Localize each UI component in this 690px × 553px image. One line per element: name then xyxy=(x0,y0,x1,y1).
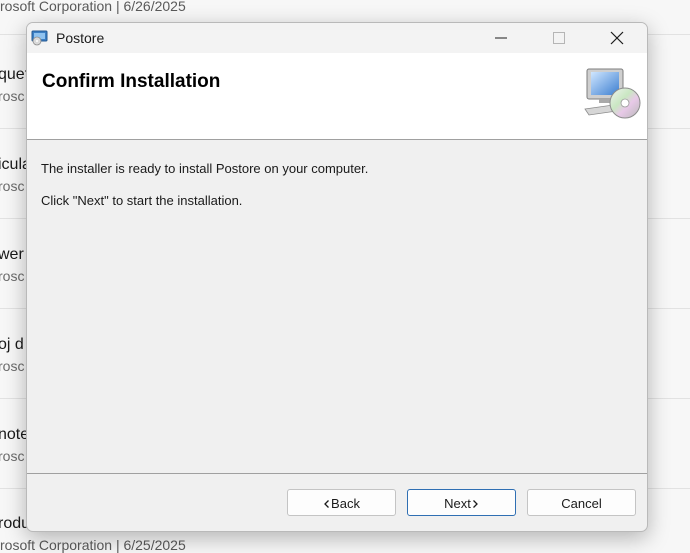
maximize-icon xyxy=(553,32,565,44)
close-button[interactable] xyxy=(588,23,646,53)
next-label: Next xyxy=(444,496,471,511)
app-publisher: rosc xyxy=(0,358,25,374)
computer-cd-icon xyxy=(583,67,641,123)
next-button[interactable]: Next xyxy=(407,489,516,516)
app-title: wer xyxy=(0,246,24,263)
back-label: Back xyxy=(331,496,360,511)
cancel-button[interactable]: Cancel xyxy=(527,489,636,516)
chevron-right-icon xyxy=(472,499,478,508)
dialog-body: The installer is ready to install Postor… xyxy=(27,140,647,474)
ready-message: The installer is ready to install Postor… xyxy=(41,161,369,176)
app-publisher: rosc xyxy=(0,178,25,194)
app-publisher: rosc xyxy=(0,88,25,104)
cancel-label: Cancel xyxy=(561,496,602,511)
dialog-header: Confirm Installation xyxy=(27,53,647,140)
page-title: Confirm Installation xyxy=(42,71,221,92)
publisher-meta: rosoft Corporation | 6/26/2025 xyxy=(0,0,186,14)
publisher-meta: rosoft Corporation | 6/25/2025 xyxy=(0,537,186,553)
instruction-message: Click "Next" to start the installation. xyxy=(41,193,243,208)
app-title: quet xyxy=(0,66,30,83)
footer-divider xyxy=(27,473,647,474)
app-publisher: rosc xyxy=(0,268,25,284)
window-title: Postore xyxy=(56,30,105,46)
installer-disc-icon xyxy=(31,30,49,46)
minimize-button[interactable] xyxy=(472,23,530,53)
app-publisher: rosc xyxy=(0,448,25,464)
close-icon xyxy=(610,31,624,45)
title-bar[interactable]: Postore xyxy=(27,23,647,53)
app-title: oj d xyxy=(0,336,24,353)
chevron-left-icon xyxy=(324,499,330,508)
back-button[interactable]: Back xyxy=(287,489,396,516)
maximize-button[interactable] xyxy=(530,23,588,53)
minimize-icon xyxy=(495,37,507,39)
installer-dialog: Postore Confirm Installation The install… xyxy=(26,22,648,532)
app-title: note xyxy=(0,426,30,443)
